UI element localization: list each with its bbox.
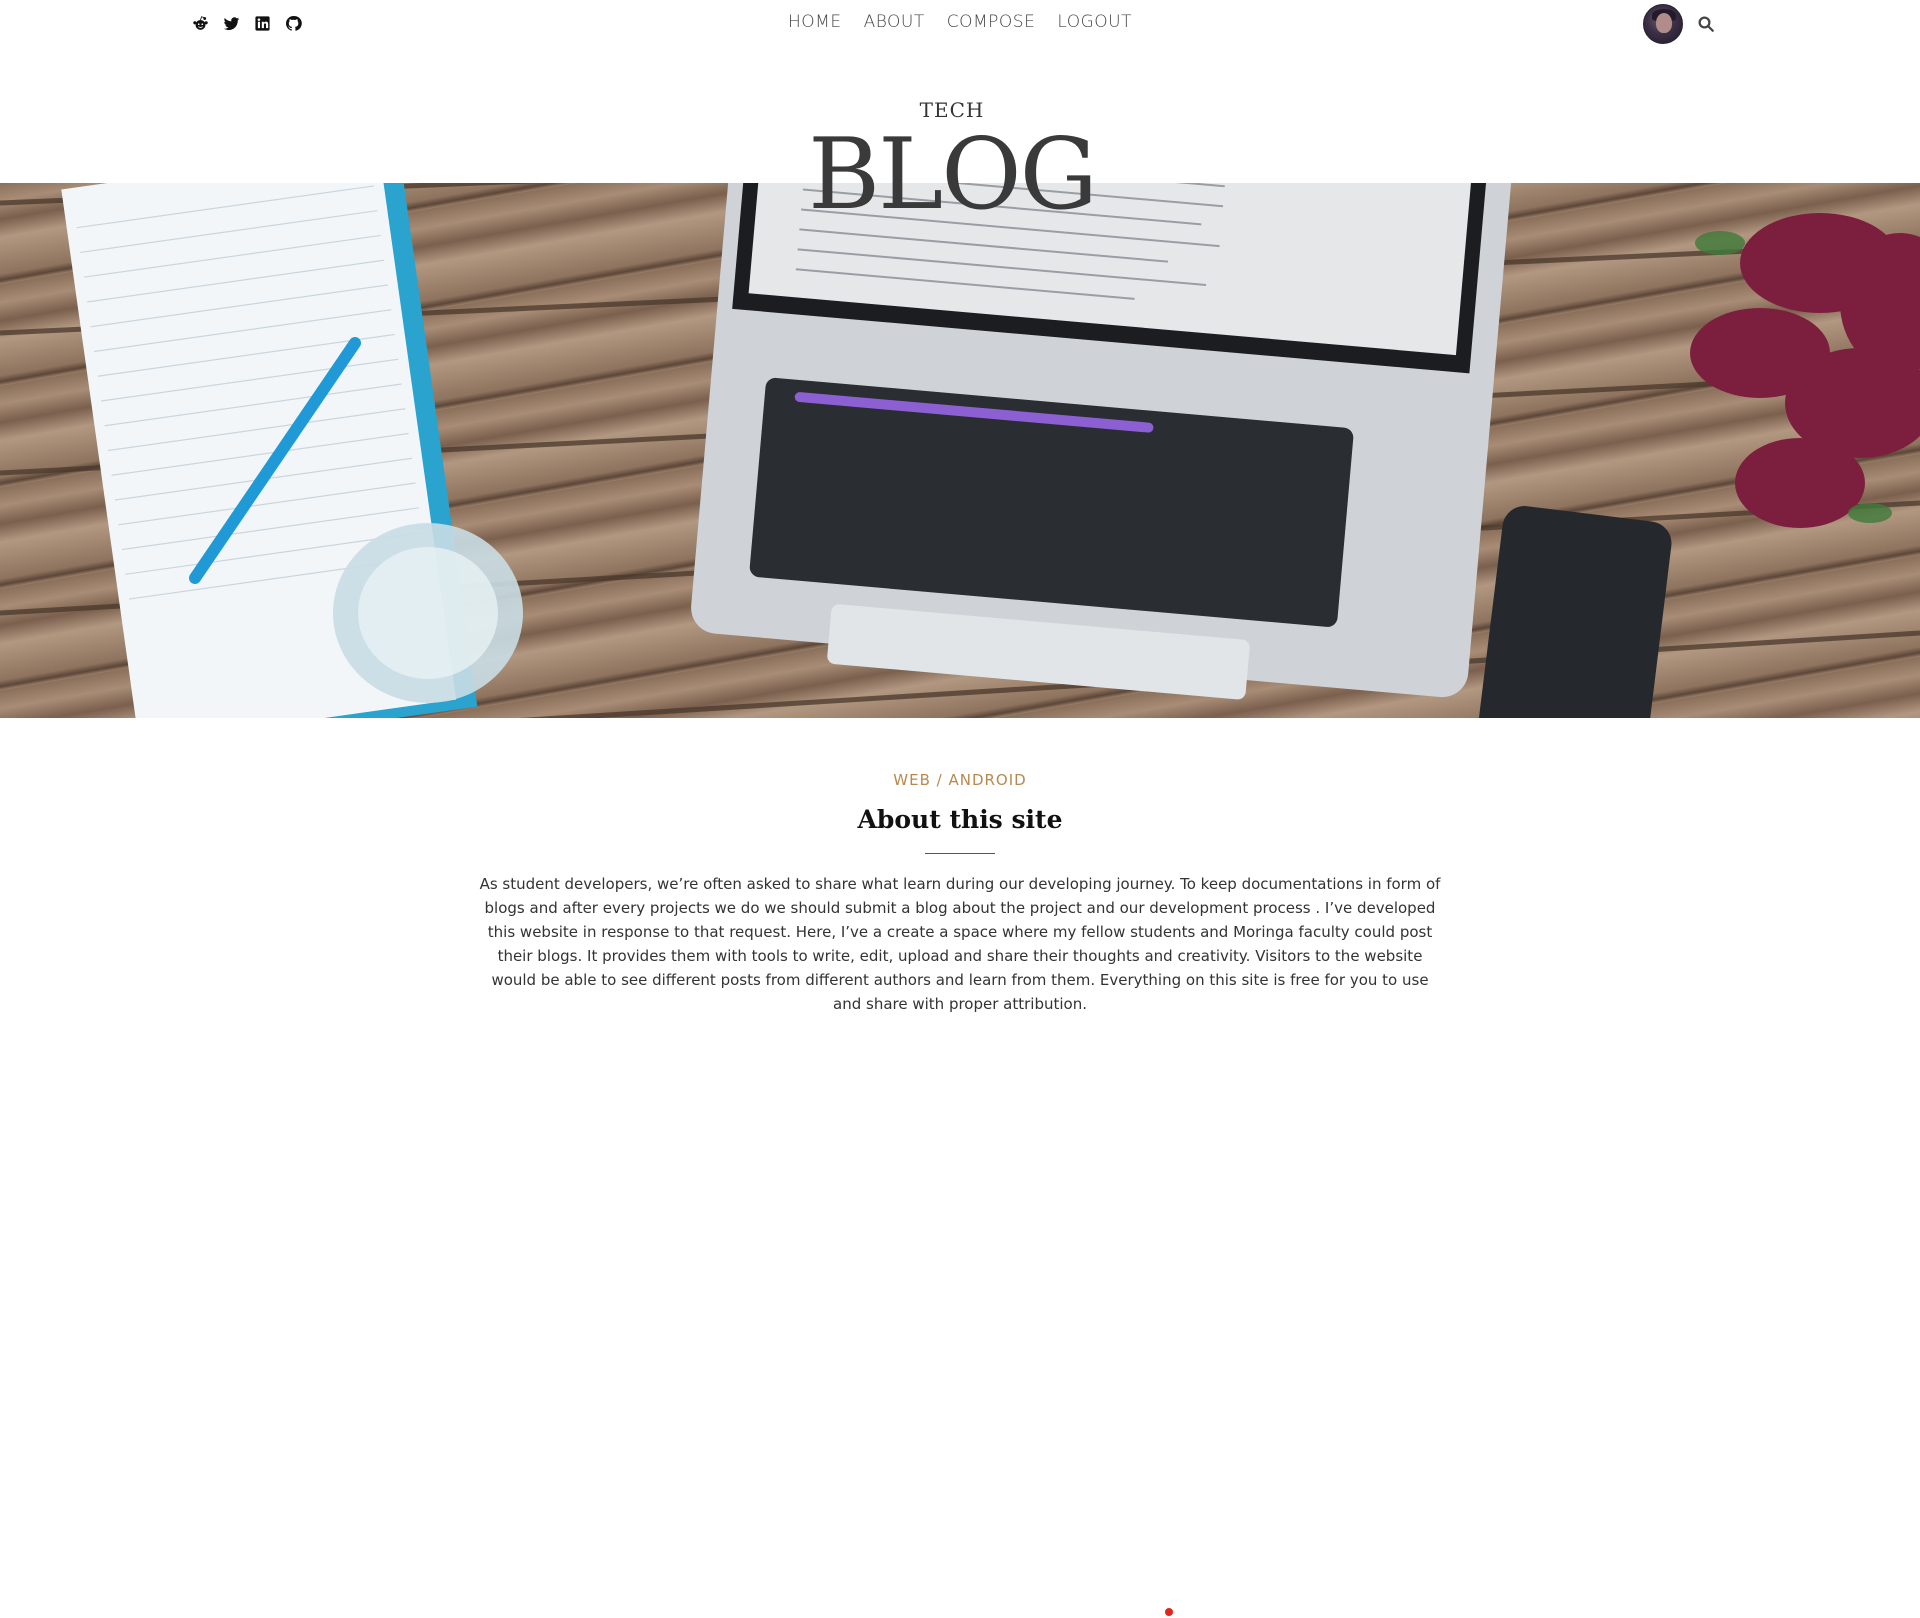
search-icon[interactable] [1697, 15, 1717, 35]
post-heading: About this site [857, 805, 1063, 834]
hero-image [0, 183, 1920, 718]
nav-logout[interactable]: LOGOUT [1057, 12, 1132, 32]
nav-home[interactable]: HOME [788, 12, 842, 32]
top-navbar: HOME ABOUT COMPOSE LOGOUT [0, 0, 1920, 50]
post-body: As student developers, we’re often asked… [479, 875, 1441, 1013]
site-title: BLOG [808, 118, 1098, 232]
laptop-desk-photo [0, 183, 1920, 718]
avatar[interactable] [1643, 4, 1683, 44]
nav-compose[interactable]: COMPOSE [947, 12, 1036, 32]
indicator-dot [1165, 1608, 1173, 1616]
heading-divider [925, 853, 995, 854]
main-nav: HOME ABOUT COMPOSE LOGOUT [0, 12, 1920, 32]
post-category-link[interactable]: WEB / ANDROID [0, 771, 1920, 789]
page: HOME ABOUT COMPOSE LOGOUT TECH BLOG WEB … [0, 0, 1920, 1618]
avatar-face [1656, 13, 1672, 33]
nav-about[interactable]: ABOUT [864, 12, 925, 32]
